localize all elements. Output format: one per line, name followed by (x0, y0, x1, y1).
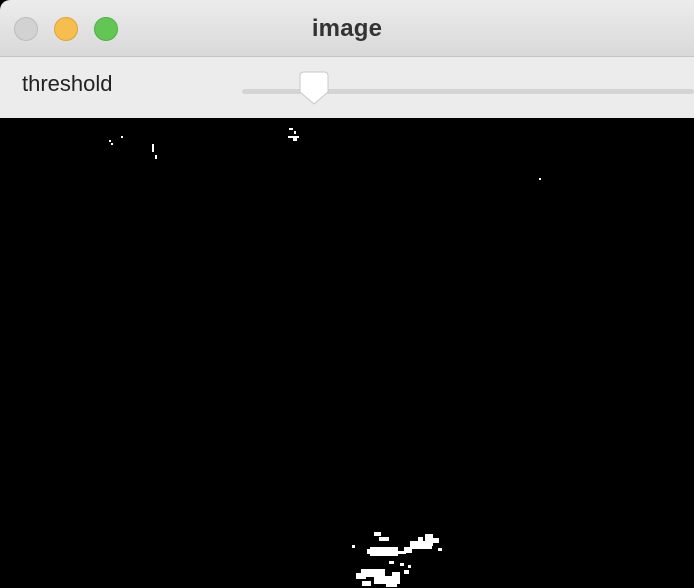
binary-threshold-image (0, 118, 694, 588)
threshold-slider-thumb[interactable] (299, 71, 329, 105)
threshold-toolbar: threshold (0, 57, 694, 118)
threshold-label: threshold (22, 71, 113, 96)
window-title: image (311, 15, 383, 42)
opencv-image-window: image threshold (0, 0, 694, 588)
title-bar[interactable]: image (0, 0, 694, 57)
